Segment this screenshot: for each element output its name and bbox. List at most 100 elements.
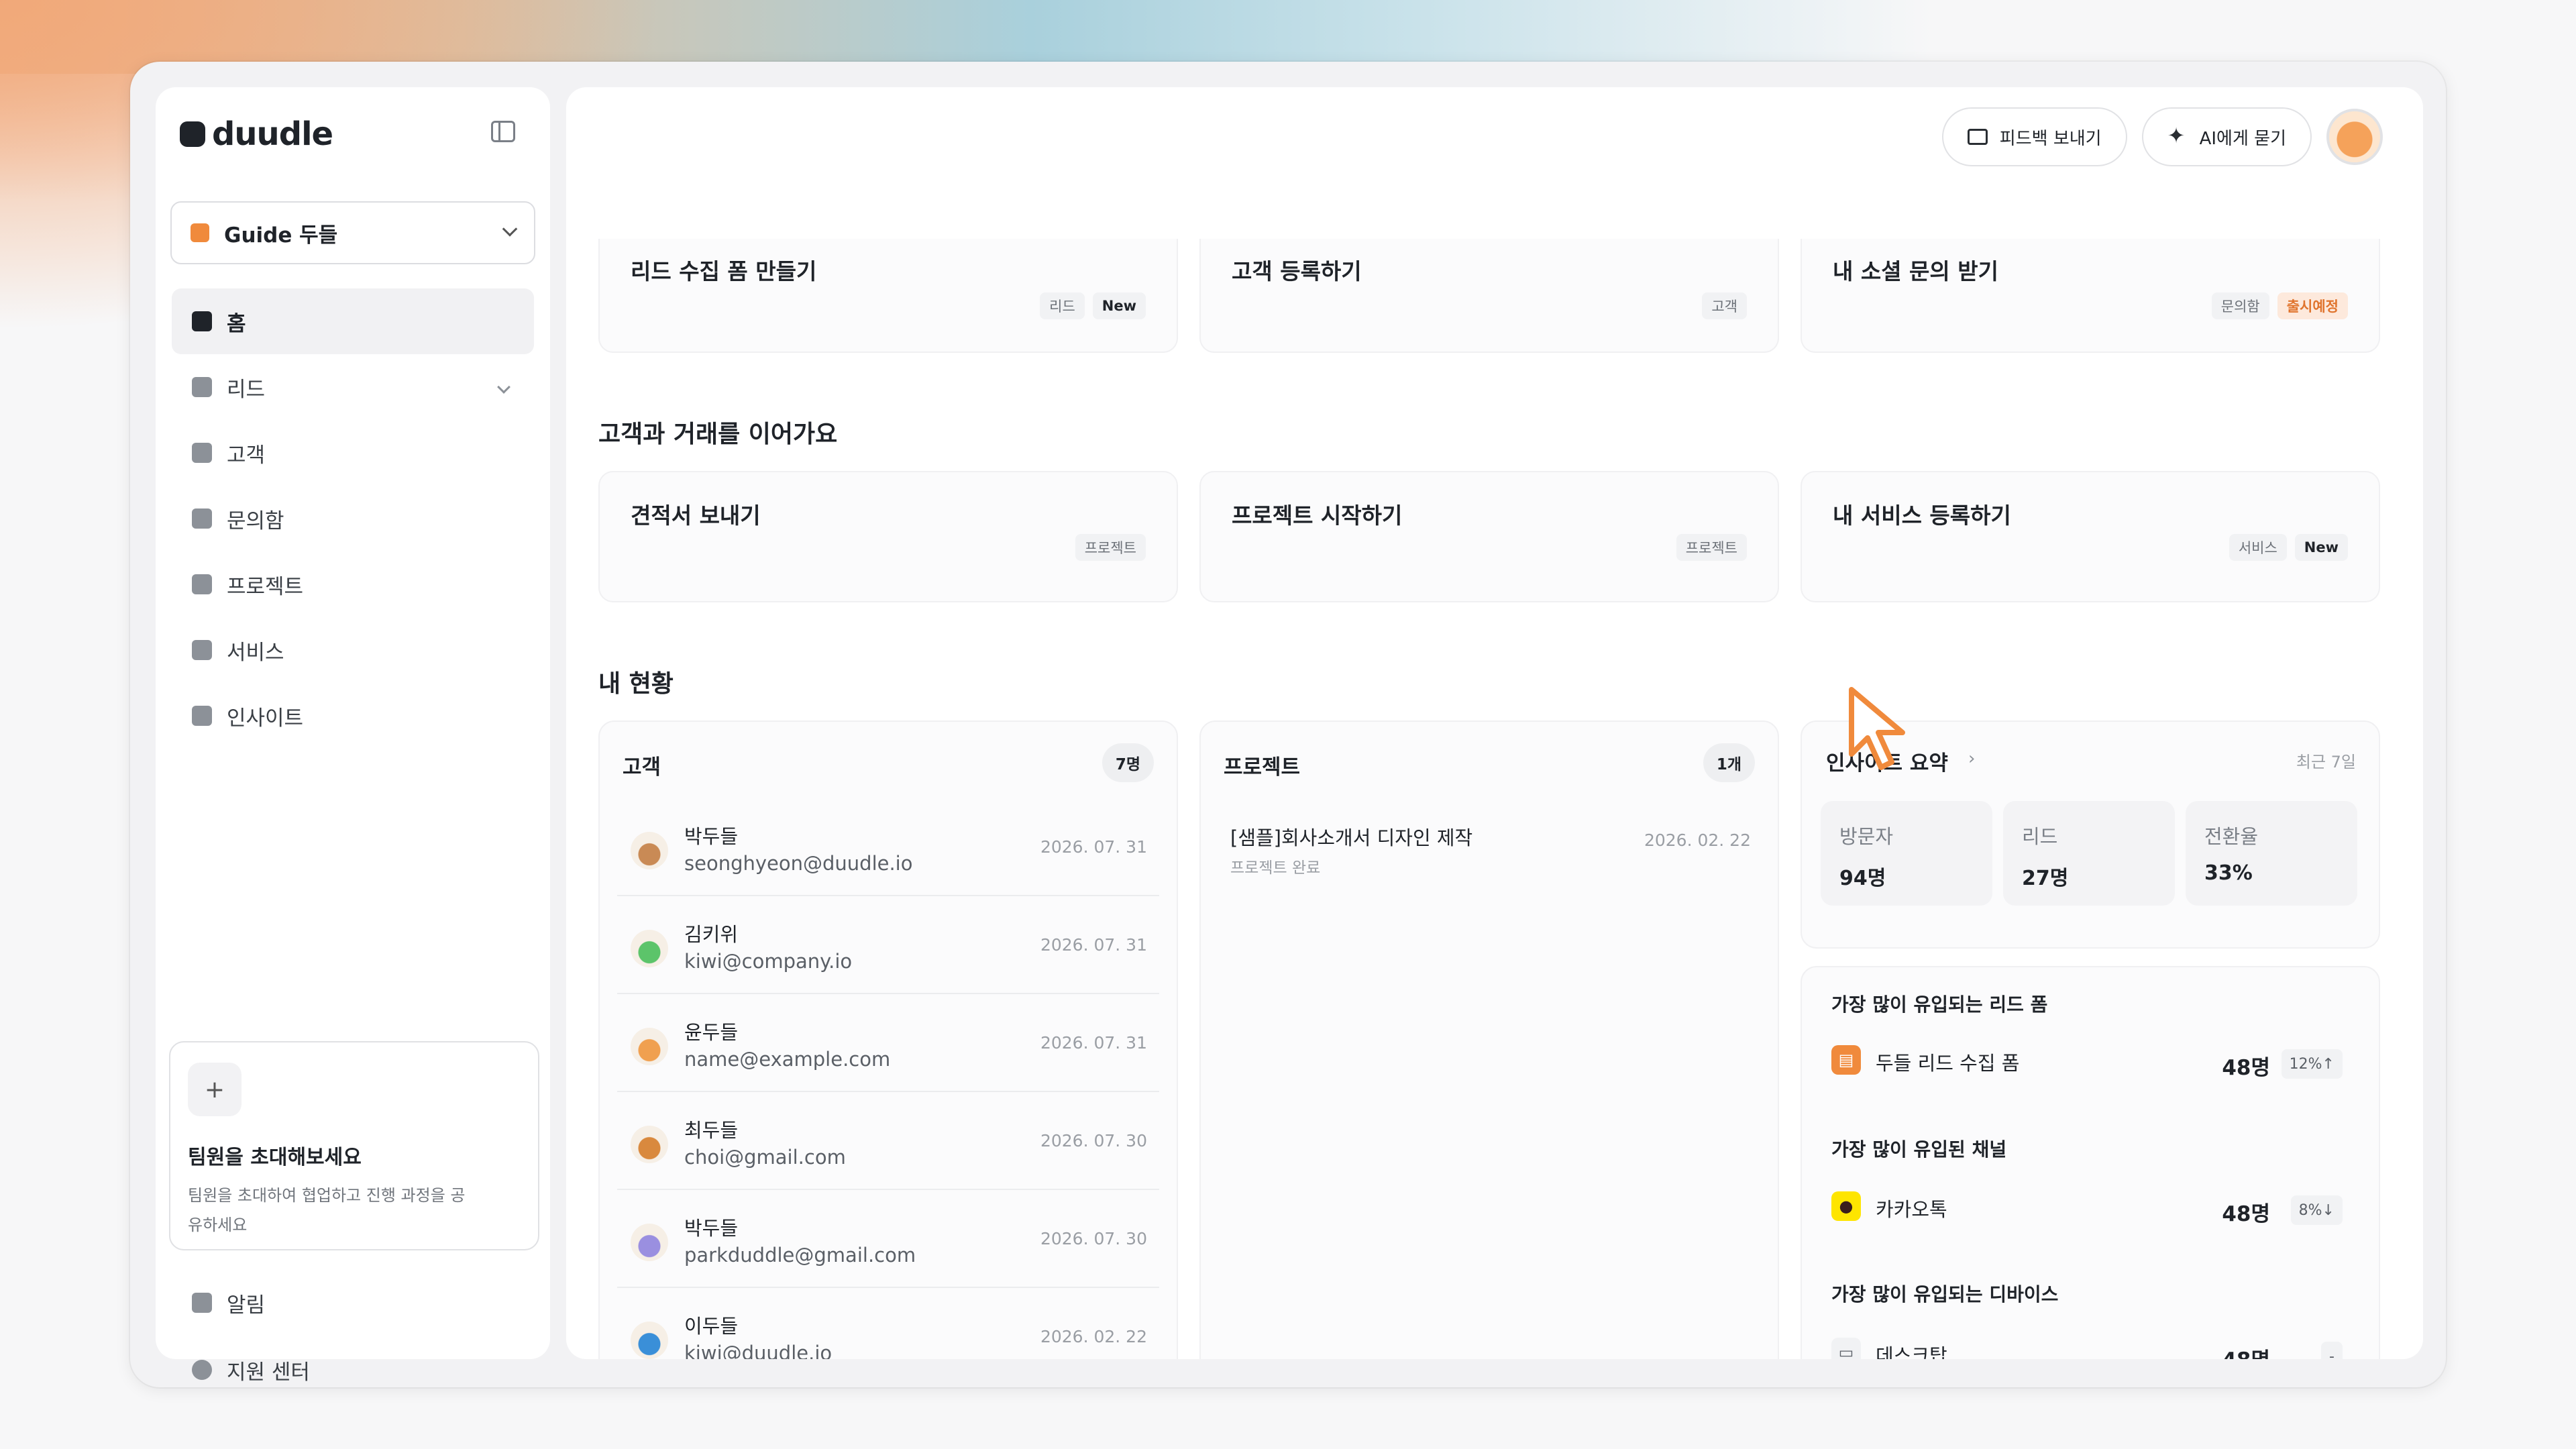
customer-row[interactable]: 박두들 parkduddle@gmail.com 2026. 07. 30 bbox=[617, 1190, 1159, 1288]
sidebar-item-services[interactable]: 서비스 bbox=[172, 617, 534, 683]
metric-label: 방문자 bbox=[1839, 825, 1894, 848]
feedback-button-label: 피드백 보내기 bbox=[1999, 128, 2102, 149]
avatar bbox=[631, 1028, 668, 1065]
main-content: 피드백 보내기 AI에게 묻기 리드 수집 폼 만들기 리드 New 고객 등록… bbox=[566, 87, 2423, 1359]
sidebar-item-label: 서비스 bbox=[227, 640, 284, 665]
quick-action-title: 견적서 보내기 bbox=[631, 502, 761, 529]
mail-icon bbox=[1967, 129, 1988, 145]
sidebar-bottom-nav: 알림 지원 센터 bbox=[172, 1269, 534, 1403]
quick-action-tags: 문의함 출시예정 bbox=[2211, 292, 2348, 319]
customers-count-badge: 7명 bbox=[1102, 743, 1154, 782]
inbox-icon bbox=[192, 508, 212, 529]
quick-action-card[interactable]: 내 소셜 문의 받기 문의함 출시예정 bbox=[1801, 239, 2380, 353]
sidebar-item-label: 인사이트 bbox=[227, 706, 304, 731]
customer-email: kiwi@duudle.io bbox=[684, 1342, 833, 1359]
projects-count-badge: 1개 bbox=[1703, 743, 1755, 782]
customer-date: 2026. 07. 30 bbox=[1040, 1131, 1147, 1150]
tag: 프로젝트 bbox=[1075, 534, 1146, 561]
ask-ai-button[interactable]: AI에게 묻기 bbox=[2141, 107, 2312, 166]
sidebar-item-projects[interactable]: 프로젝트 bbox=[172, 551, 534, 617]
workspace-icon bbox=[191, 223, 209, 242]
customer-email: choi@gmail.com bbox=[684, 1146, 846, 1169]
sidebar-item-insights[interactable]: 인사이트 bbox=[172, 683, 534, 749]
projects-panel-title[interactable]: 프로젝트 bbox=[1224, 750, 1300, 780]
avatar bbox=[631, 1322, 668, 1359]
workspace-selector[interactable]: Guide 두들 bbox=[170, 201, 535, 264]
metric-value: 33% bbox=[2204, 861, 2253, 885]
project-date: 2026. 02. 22 bbox=[1644, 830, 1751, 850]
stat-row[interactable]: ▭ 데스크탑 48명 - bbox=[1831, 1332, 2343, 1359]
chevron-down-icon[interactable] bbox=[497, 380, 511, 394]
tag: 문의함 bbox=[2211, 292, 2269, 319]
workspace-name: Guide 두들 bbox=[224, 223, 338, 248]
invite-description: 팀원을 초대하여 협업하고 진행 과정을 공유하세요 bbox=[188, 1186, 466, 1234]
customer-email: kiwi@company.io bbox=[684, 950, 853, 973]
user-icon bbox=[192, 443, 212, 463]
customer-email: parkduddle@gmail.com bbox=[684, 1244, 916, 1267]
customer-row[interactable]: 박두들 seonghyeon@duudle.io 2026. 07. 31 bbox=[617, 798, 1159, 896]
avatar[interactable] bbox=[2326, 109, 2383, 165]
chevron-right-icon[interactable]: › bbox=[1968, 749, 1975, 769]
stat-heading: 가장 많이 유입되는 디바이스 bbox=[1831, 1283, 2059, 1305]
sidebar-item-label: 알림 bbox=[227, 1293, 266, 1318]
customer-name: 박두들 bbox=[684, 1217, 739, 1240]
sidebar-item-home[interactable]: 홈 bbox=[172, 288, 534, 354]
add-user-icon: + bbox=[188, 1063, 241, 1116]
metric-card: 리드 27명 bbox=[2003, 801, 2175, 906]
sidebar-item-label: 리드 bbox=[227, 377, 266, 402]
metric-value: 27명 bbox=[2022, 867, 2069, 890]
quick-action-card[interactable]: 고객 등록하기 고객 bbox=[1199, 239, 1779, 353]
feedback-button[interactable]: 피드백 보내기 bbox=[1941, 107, 2127, 166]
chevron-down-icon bbox=[502, 221, 518, 237]
customer-email: seonghyeon@duudle.io bbox=[684, 852, 913, 875]
briefcase-icon bbox=[192, 640, 212, 660]
metric-value: 94명 bbox=[1839, 867, 1886, 890]
sidebar-item-inbox[interactable]: 문의함 bbox=[172, 486, 534, 551]
customer-date: 2026. 02. 22 bbox=[1040, 1327, 1147, 1346]
customer-date: 2026. 07. 30 bbox=[1040, 1229, 1147, 1248]
metric-label: 전환율 bbox=[2204, 825, 2259, 848]
quick-action-title: 내 서비스 등록하기 bbox=[1833, 502, 2011, 529]
customer-name: 윤두들 bbox=[684, 1021, 739, 1044]
sidebar-item-lead[interactable]: 리드 bbox=[172, 354, 534, 420]
quick-action-tags: 리드 New bbox=[1040, 292, 1146, 319]
quick-action-card[interactable]: 견적서 보내기 프로젝트 bbox=[598, 471, 1178, 602]
project-name: [샘플]회사소개서 디자인 제작 bbox=[1230, 826, 1473, 849]
customer-row[interactable]: 김키위 kiwi@company.io 2026. 07. 31 bbox=[617, 896, 1159, 994]
logo[interactable]: duudle bbox=[180, 115, 333, 153]
quick-action-card[interactable]: 리드 수집 폼 만들기 리드 New bbox=[598, 239, 1178, 353]
avatar bbox=[631, 832, 668, 869]
tag: 고객 bbox=[1702, 292, 1747, 319]
customer-name: 이두들 bbox=[684, 1315, 739, 1338]
sidebar-item-notifications[interactable]: 알림 bbox=[172, 1269, 534, 1336]
sidebar-item-support[interactable]: 지원 센터 bbox=[172, 1336, 534, 1403]
form-icon: ▤ bbox=[1831, 1045, 1861, 1075]
quick-action-tags: 프로젝트 bbox=[1676, 534, 1747, 561]
customers-panel-title[interactable]: 고객 bbox=[623, 750, 661, 780]
logo-text: duudle bbox=[212, 115, 333, 153]
sidebar-item-customers[interactable]: 고객 bbox=[172, 420, 534, 486]
quick-action-card[interactable]: 프로젝트 시작하기 프로젝트 bbox=[1199, 471, 1779, 602]
sidebar-toggle-icon[interactable] bbox=[491, 121, 515, 142]
sidebar-item-label: 프로젝트 bbox=[227, 574, 304, 599]
stat-row[interactable]: ● 카카오톡 48명 8%↓ bbox=[1831, 1186, 2343, 1226]
sidebar-item-label: 문의함 bbox=[227, 508, 284, 533]
metric-card: 방문자 94명 bbox=[1821, 801, 1992, 906]
customer-row[interactable]: 윤두들 name@example.com 2026. 07. 31 bbox=[617, 994, 1159, 1092]
quick-action-tags: 고객 bbox=[1702, 292, 1747, 319]
quick-action-card[interactable]: 내 서비스 등록하기 서비스 New bbox=[1801, 471, 2380, 602]
avatar bbox=[631, 1224, 668, 1261]
tag-new: New bbox=[1092, 292, 1146, 319]
stat-heading: 가장 많이 유입되는 리드 폼 bbox=[1831, 994, 2048, 1016]
customer-row[interactable]: 이두들 kiwi@duudle.io 2026. 02. 22 bbox=[617, 1288, 1159, 1359]
customer-row[interactable]: 최두들 choi@gmail.com 2026. 07. 30 bbox=[617, 1092, 1159, 1190]
stat-row[interactable]: ▤ 두들 리드 수집 폼 48명 12%↑ bbox=[1831, 1040, 2343, 1080]
chart-icon bbox=[192, 706, 212, 726]
kakaotalk-icon: ● bbox=[1831, 1191, 1861, 1221]
invite-card[interactable]: + 팀원을 초대해보세요 팀원을 초대하여 협업하고 진행 과정을 공유하세요 bbox=[169, 1041, 539, 1250]
metric-label: 리드 bbox=[2022, 825, 2058, 848]
sidebar-item-label: 홈 bbox=[227, 311, 246, 336]
stat-name: 카카오톡 bbox=[1876, 1198, 1947, 1221]
stat-heading: 가장 많이 유입된 채널 bbox=[1831, 1138, 2007, 1161]
sidebar-item-label: 고객 bbox=[227, 443, 266, 468]
